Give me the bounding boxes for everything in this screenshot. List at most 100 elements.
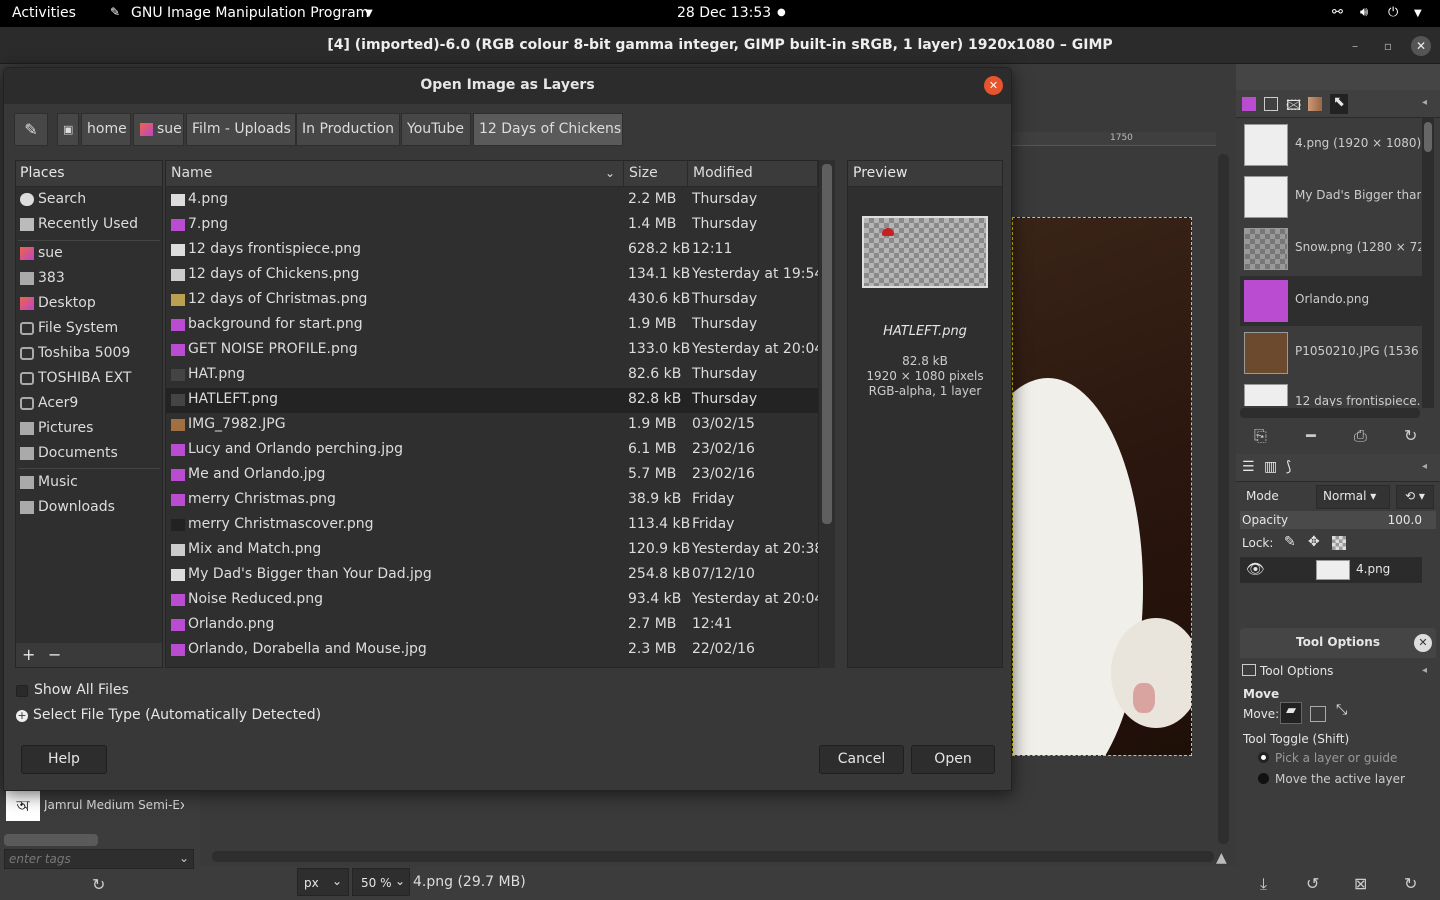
dock-menu-icon[interactable]: ◂: [1422, 461, 1427, 472]
file-row[interactable]: 12 days of Chickens.png 134.1 kB Yesterday…: [166, 263, 818, 288]
file-row[interactable]: 12 days of Christmas.png 430.6 kB Thursday: [166, 288, 818, 313]
minimize-icon[interactable]: –: [1345, 36, 1365, 56]
scrollbar-thumb[interactable]: [822, 164, 832, 524]
file-row[interactable]: IMG_7982.JPG 1.9 MB 03/02/15: [166, 413, 818, 438]
restore-options-icon[interactable]: ↺: [1306, 874, 1319, 893]
place-downloads[interactable]: Downloads: [16, 496, 162, 521]
move-selection-icon[interactable]: [1310, 706, 1326, 722]
place-recently-used[interactable]: Recently Used: [16, 213, 162, 238]
layer-row[interactable]: 👁︎ 4.png: [1240, 557, 1422, 583]
app-menu[interactable]: GNU Image Manipulation Program: [131, 5, 369, 21]
save-options-icon[interactable]: ⤓: [1260, 874, 1267, 894]
refresh-fonts-icon[interactable]: ↻: [92, 875, 105, 894]
place-music[interactable]: Music: [16, 471, 162, 496]
place-file-system[interactable]: File System: [16, 317, 162, 342]
minus-icon[interactable]: ━: [1306, 426, 1316, 445]
file-row[interactable]: My Dad's Bigger than Your Dad.jpg 254.8 k…: [166, 563, 818, 588]
place-search[interactable]: Search: [16, 188, 162, 213]
channels-tab-icon[interactable]: ▥: [1264, 459, 1277, 475]
file-row[interactable]: HATLEFT.png 82.8 kB Thursday: [166, 388, 818, 413]
option-pick-layer[interactable]: Pick a layer or guide: [1275, 751, 1397, 765]
volume-icon[interactable]: 🔊︎: [1360, 5, 1368, 20]
show-all-files-checkbox[interactable]: [16, 685, 28, 697]
network-icon[interactable]: ⚯: [1332, 5, 1343, 20]
show-all-files-label[interactable]: Show All Files: [34, 682, 129, 698]
navigate-icon[interactable]: ▲: [1216, 850, 1227, 866]
lock-position-icon[interactable]: ✥: [1308, 534, 1320, 550]
file-row[interactable]: 4.png 2.2 MB Thursday: [166, 188, 818, 213]
font-name[interactable]: Jamrul Medium Semi-Ex: [44, 798, 184, 812]
unit-select[interactable]: px ⌄: [297, 868, 349, 896]
breadcrumb-sue[interactable]: sue: [133, 113, 184, 146]
tool-options-tab[interactable]: Tool Options ◂: [1240, 662, 1436, 684]
image-list-item[interactable]: P1050210.JPG (1536 ×: [1240, 328, 1422, 378]
power-icon[interactable]: ⏻: [1388, 5, 1398, 20]
expander-plus-icon[interactable]: +: [16, 710, 28, 722]
file-row[interactable]: Lucy and Orlando perching.jpg 6.1 MB 23/02…: [166, 438, 818, 463]
file-row[interactable]: Orlando.png 2.7 MB 12:41: [166, 613, 818, 638]
refresh-icon[interactable]: ↻: [1404, 426, 1417, 445]
drive-icon[interactable]: ▣: [57, 113, 79, 146]
lock-alpha-icon[interactable]: [1332, 536, 1346, 550]
radio-pick-layer[interactable]: [1258, 752, 1269, 763]
help-button[interactable]: Help: [21, 745, 107, 774]
mode-reset-icon[interactable]: ⟲ ▾: [1396, 485, 1434, 509]
fonts-hscrollbar[interactable]: [4, 834, 98, 846]
pattern-tab-icon[interactable]: [1264, 97, 1278, 111]
tags-input[interactable]: enter tags ⌄: [4, 849, 194, 869]
place-pictures[interactable]: Pictures: [16, 417, 162, 442]
canvas-image[interactable]: [1012, 217, 1192, 756]
place-desktop[interactable]: Desktop: [16, 292, 162, 317]
file-row[interactable]: 7.png 1.4 MB Thursday: [166, 213, 818, 238]
move-layer-icon[interactable]: ▰: [1280, 702, 1302, 724]
lock-pixels-icon[interactable]: ✎: [1284, 534, 1296, 550]
place-documents[interactable]: Documents: [16, 442, 162, 467]
image-list-item[interactable]: Orlando.png: [1240, 276, 1422, 326]
images-tab-icon[interactable]: [1242, 97, 1256, 111]
system-menu-chevron-icon[interactable]: ▼: [1414, 8, 1422, 19]
document-tab-icon[interactable]: 🖾: [1286, 95, 1301, 119]
place-acer9[interactable]: Acer9: [16, 392, 162, 417]
cancel-button[interactable]: Cancel: [819, 745, 904, 774]
dialog-close-icon[interactable]: ✕: [984, 76, 1003, 95]
image-list-item[interactable]: Snow.png (1280 × 720): [1240, 224, 1422, 274]
remove-bookmark-icon[interactable]: −: [48, 645, 61, 664]
select-file-type-expander[interactable]: Select File Type (Automatically Detected…: [33, 707, 321, 723]
layers-tab-icon[interactable]: ☰: [1242, 459, 1255, 475]
file-row[interactable]: Mix and Match.png 120.9 kB Yesterday at 20…: [166, 538, 818, 563]
image-list-item[interactable]: My Dad's Bigger than Y: [1240, 172, 1422, 222]
activities-button[interactable]: Activities: [12, 5, 76, 21]
pointer-tab-icon[interactable]: ⬉: [1330, 94, 1348, 114]
file-row[interactable]: Me and Orlando.jpg 5.7 MB 23/02/16: [166, 463, 818, 488]
place-toshiba-5009[interactable]: Toshiba 5009: [16, 342, 162, 367]
vertical-scrollbar[interactable]: [1218, 154, 1229, 844]
file-row[interactable]: 12 days frontispiece.png 628.2 kB 12:11: [166, 238, 818, 263]
add-bookmark-icon[interactable]: +: [22, 645, 35, 664]
dock-menu-icon[interactable]: ◂: [1422, 665, 1427, 676]
breadcrumb-12-days[interactable]: 12 Days of Chickens: [473, 113, 623, 146]
place-toshiba-ext[interactable]: TOSHIBA EXT: [16, 367, 162, 392]
reset-options-icon[interactable]: ↻: [1404, 874, 1417, 893]
file-row[interactable]: Noise Reduced.png 93.4 kB Yesterday at 20:…: [166, 588, 818, 613]
file-list-scrollbar[interactable]: [819, 160, 835, 668]
image-list-item[interactable]: 4.png (1920 × 1080): [1240, 120, 1422, 170]
file-row[interactable]: HAT.png 82.6 kB Thursday: [166, 363, 818, 388]
option-move-active[interactable]: Move the active layer: [1275, 772, 1405, 786]
close-icon[interactable]: ✕: [1411, 36, 1431, 56]
mode-select[interactable]: Normal ▾: [1316, 485, 1390, 509]
file-row[interactable]: Orlando, Dorabella and Mouse.jpg 2.3 MB 22…: [166, 638, 818, 663]
column-size-header[interactable]: Size: [624, 161, 688, 187]
radio-move-active[interactable]: [1258, 773, 1269, 784]
file-row[interactable]: merry Christmas.png 38.9 kB Friday: [166, 488, 818, 513]
file-row[interactable]: background for start.png 1.9 MB Thursday: [166, 313, 818, 338]
breadcrumb-film-uploads[interactable]: Film - Uploads: [186, 113, 296, 146]
clock[interactable]: 28 Dec 13:53: [677, 5, 771, 21]
opacity-slider[interactable]: Opacity 100.0: [1240, 511, 1436, 529]
chevron-down-icon[interactable]: ⌄: [179, 851, 189, 865]
zoom-select[interactable]: 50 % ⌄: [352, 868, 410, 896]
horizontal-scrollbar[interactable]: [212, 851, 1214, 862]
image-list-item[interactable]: 12 days frontispiece.pn: [1240, 380, 1422, 406]
file-row[interactable]: GET NOISE PROFILE.png 133.0 kB Yesterday a…: [166, 338, 818, 363]
move-path-icon[interactable]: ⤡: [1336, 702, 1347, 718]
delete-options-icon[interactable]: ⊠: [1354, 874, 1367, 893]
